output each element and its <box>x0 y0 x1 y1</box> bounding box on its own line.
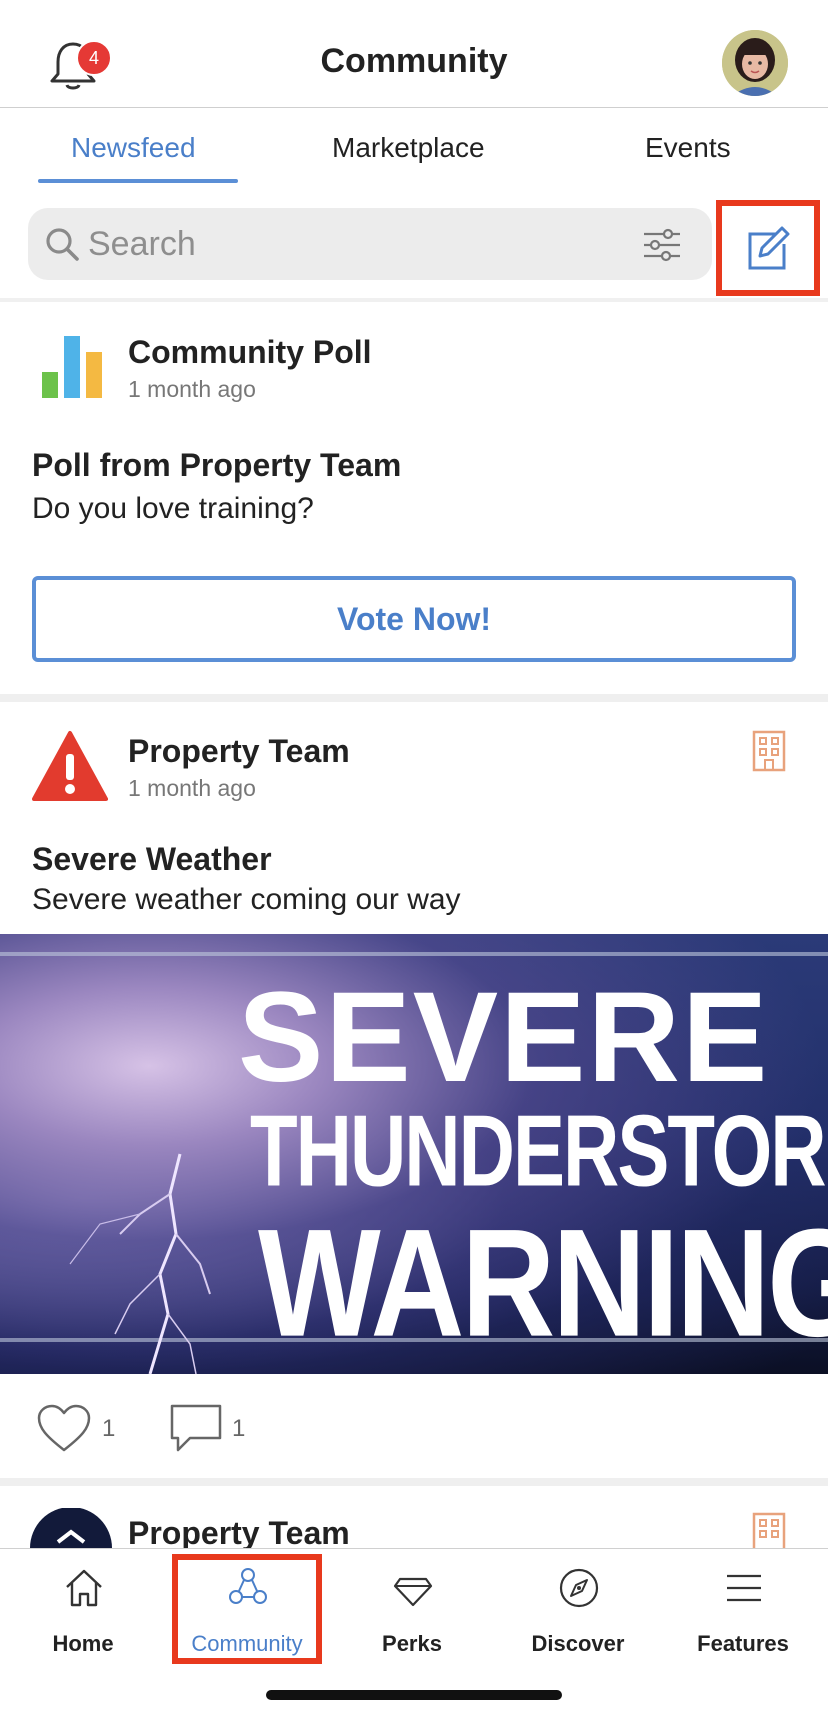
comment-button[interactable]: 1 <box>170 1404 245 1454</box>
search-icon <box>46 228 79 261</box>
divider <box>0 1478 828 1486</box>
home-icon <box>66 1569 102 1607</box>
avatar-image <box>722 30 788 96</box>
tab-marketplace[interactable]: Marketplace <box>332 132 485 164</box>
nav-discover[interactable]: Discover <box>503 1549 653 1679</box>
building-icon <box>752 730 786 772</box>
post-author: Property Team <box>128 1515 350 1551</box>
tab-newsfeed[interactable]: Newsfeed <box>71 132 196 164</box>
menu-icon <box>727 1574 761 1602</box>
building-icon <box>752 1512 786 1548</box>
divider <box>0 298 828 302</box>
nav-perks[interactable]: Perks <box>337 1549 487 1679</box>
property-logo-icon <box>30 1508 112 1548</box>
post-body: Severe weather coming our way <box>32 883 461 916</box>
heart-icon <box>37 1404 91 1452</box>
image-text-line: WARNING <box>258 1196 828 1369</box>
comment-count: 1 <box>232 1415 246 1442</box>
post-author: Property Team <box>128 733 350 769</box>
like-count: 1 <box>102 1415 116 1442</box>
image-text-line: SEVERE <box>238 966 770 1109</box>
nav-label: Discover <box>531 1631 625 1656</box>
compose-post-button[interactable] <box>716 200 820 296</box>
nav-home[interactable]: Home <box>8 1549 158 1679</box>
avatar[interactable] <box>722 30 788 96</box>
post-heading: Severe Weather <box>32 841 272 877</box>
app-header: 4 Community <box>0 0 828 108</box>
like-button[interactable]: 1 <box>36 1404 115 1454</box>
tab-bar: Newsfeed Marketplace Events <box>0 108 828 186</box>
post-time: 1 month ago <box>128 376 256 402</box>
post-body: Do you love training? <box>32 492 314 525</box>
filter-icon[interactable] <box>642 228 682 262</box>
comment-icon <box>170 1404 222 1452</box>
search-input[interactable] <box>88 208 648 280</box>
diamond-icon <box>393 1577 433 1607</box>
tab-events[interactable]: Events <box>645 132 731 164</box>
nav-features[interactable]: Features <box>668 1549 818 1679</box>
compass-icon <box>559 1568 599 1608</box>
tab-active-indicator <box>38 179 238 183</box>
vote-now-button[interactable]: Vote Now! <box>32 576 796 662</box>
nav-label: Home <box>52 1631 114 1656</box>
community-highlight <box>172 1554 322 1664</box>
page-title: Community <box>320 42 508 80</box>
compose-icon <box>748 226 790 270</box>
nav-label: Perks <box>382 1631 442 1656</box>
warning-icon <box>32 731 108 801</box>
image-text-line: THUNDERSTORM <box>250 1093 828 1208</box>
home-indicator[interactable] <box>266 1690 562 1700</box>
divider <box>0 694 828 702</box>
post-author: Community Poll <box>128 334 372 370</box>
post-image[interactable]: SEVERE THUNDERSTORM WARNING <box>0 934 828 1374</box>
post-time: 1 month ago <box>128 775 256 801</box>
poll-chart-icon <box>42 336 102 398</box>
post-heading: Poll from Property Team <box>32 447 402 483</box>
nav-label: Features <box>697 1631 789 1656</box>
search-bar <box>28 208 712 280</box>
